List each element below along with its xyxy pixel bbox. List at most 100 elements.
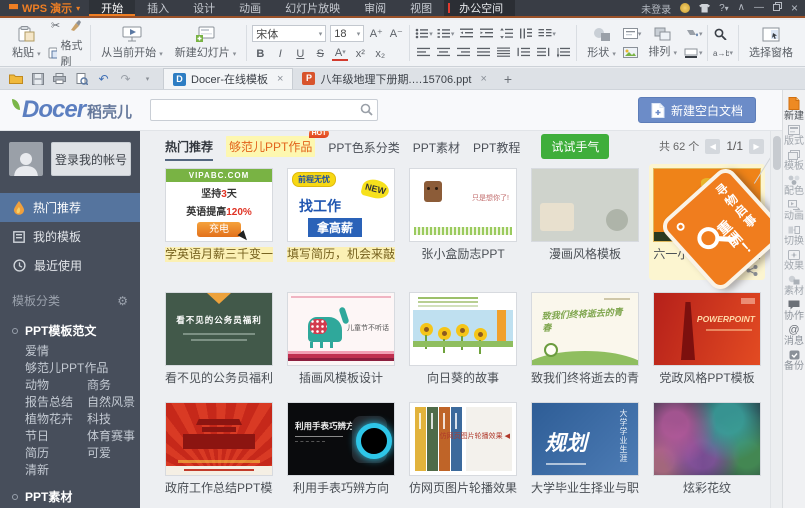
replace-icon[interactable]: a→b▾ bbox=[713, 45, 733, 60]
fill-color-icon[interactable]: ▾ bbox=[684, 26, 703, 41]
close-button[interactable]: × bbox=[791, 3, 798, 13]
menu-tab-view[interactable]: 视图 bbox=[398, 0, 444, 16]
help-button[interactable]: ?▾ bbox=[719, 3, 729, 14]
sidebar-item-my-templates[interactable]: 我的模板 bbox=[0, 222, 140, 251]
template-thumbnail[interactable] bbox=[653, 402, 761, 476]
picture-icon[interactable] bbox=[623, 45, 639, 60]
rail-item-effect[interactable]: 效果 bbox=[784, 250, 804, 272]
template-thumbnail[interactable]: 儿童节不听话 bbox=[287, 292, 395, 366]
open-folder-icon[interactable] bbox=[8, 72, 23, 86]
template-card[interactable]: POWERPOINT 党政风格PPT模板 bbox=[653, 292, 761, 386]
indent-left-icon[interactable] bbox=[515, 45, 531, 60]
template-card[interactable]: 向日葵的故事 bbox=[409, 292, 517, 386]
align-right-icon[interactable] bbox=[455, 45, 471, 60]
rail-item-template[interactable]: 模板 bbox=[784, 150, 804, 172]
avatar[interactable] bbox=[9, 142, 43, 176]
vertical-scrollbar[interactable] bbox=[770, 131, 782, 508]
template-card[interactable]: 看不见的公务员福利 看不见的公务员福利 bbox=[165, 292, 273, 386]
template-thumbnail[interactable]: 只是想你了! bbox=[409, 168, 517, 242]
font-size-select[interactable]: 18▾ bbox=[330, 25, 364, 42]
template-thumbnail[interactable] bbox=[165, 402, 273, 476]
category-link[interactable]: 科技 bbox=[87, 411, 140, 428]
menu-tab-animation[interactable]: 动画 bbox=[227, 0, 273, 16]
save-icon[interactable] bbox=[30, 72, 45, 86]
template-card[interactable]: 炫彩花纹 bbox=[653, 402, 761, 496]
ad-thumbnail-51job[interactable]: 前程无忧 NEW 找工作 拿高薪 bbox=[287, 168, 395, 242]
category-link[interactable]: 够范儿PPT作品 bbox=[25, 360, 140, 377]
indent-right-icon[interactable] bbox=[535, 45, 551, 60]
new-slide-button[interactable]: 新建幻灯片 ▾ bbox=[170, 25, 242, 61]
section-title[interactable]: PPT模板范文 bbox=[12, 317, 140, 343]
category-link[interactable]: 简历 bbox=[25, 445, 87, 462]
decrease-font-icon[interactable]: A⁻ bbox=[388, 26, 404, 41]
template-thumbnail[interactable]: 看不见的公务员福利 bbox=[165, 292, 273, 366]
align-left-icon[interactable] bbox=[415, 45, 431, 60]
sidebar-item-hot[interactable]: 热门推荐 bbox=[0, 193, 140, 222]
template-card[interactable]: 大学学业生涯 规划 大学毕业生择业与职… bbox=[531, 402, 639, 496]
template-thumbnail[interactable]: 仿网页图片轮播效果 ◀ bbox=[409, 402, 517, 476]
search-icon[interactable] bbox=[360, 103, 373, 119]
category-link[interactable]: 动物 bbox=[25, 377, 87, 394]
coin-icon[interactable] bbox=[680, 3, 690, 13]
wps-menu-button[interactable]: WPS 演示 ▾ bbox=[0, 0, 89, 16]
columns-icon[interactable]: ▾ bbox=[538, 26, 556, 41]
italic-button[interactable]: I bbox=[272, 46, 288, 61]
template-card[interactable]: 仿网页图片轮播效果 ◀ 仿网页图片轮播效果 bbox=[409, 402, 517, 496]
rail-item-animation[interactable]: 动画 bbox=[784, 200, 804, 222]
justify-icon[interactable] bbox=[475, 45, 491, 60]
rail-item-color-scheme[interactable]: 配色 bbox=[784, 175, 804, 197]
numbered-list-icon[interactable]: ▾ bbox=[437, 26, 455, 41]
menu-tab-review[interactable]: 审阅 bbox=[352, 0, 398, 16]
increase-font-icon[interactable]: A⁺ bbox=[368, 26, 384, 41]
doc-tab-ppt[interactable]: P 八年级地理下册期.…15706.ppt × bbox=[293, 68, 495, 89]
docer-logo[interactable]: Docer 稻壳儿 bbox=[12, 96, 132, 124]
increase-indent-icon[interactable] bbox=[478, 26, 494, 41]
paste-button[interactable]: 粘贴 ▾ bbox=[7, 25, 46, 61]
redo-icon[interactable]: ↷ bbox=[118, 72, 133, 86]
template-card[interactable]: 儿童节不听话 插画风模板设计 bbox=[287, 292, 395, 386]
content-tab-colors[interactable]: PPT色系分类 bbox=[328, 133, 399, 160]
minimize-button[interactable]: — bbox=[754, 3, 764, 13]
rail-item-message[interactable]: @ 消息 bbox=[784, 325, 804, 347]
content-tab-materials[interactable]: PPT素材 bbox=[413, 133, 460, 160]
selection-pane-button[interactable]: 选择窗格 bbox=[744, 26, 798, 61]
doc-tab-docer[interactable]: D Docer-在线模板 × bbox=[163, 68, 293, 89]
ad-thumbnail-vipabc[interactable]: VIPABC.COM 坚持3天 英语提高120% 充电 bbox=[165, 168, 273, 242]
ad-button[interactable]: 充电 bbox=[197, 222, 241, 237]
text-box-icon[interactable]: ▾ bbox=[623, 26, 642, 41]
bullet-list-icon[interactable]: ▾ bbox=[415, 26, 433, 41]
login-status[interactable]: 未登录 bbox=[641, 1, 671, 16]
rail-item-collaborate[interactable]: 协作 bbox=[784, 300, 804, 322]
subscript-button[interactable]: x₂ bbox=[372, 46, 388, 61]
category-link[interactable]: 体育赛事 bbox=[87, 428, 140, 445]
menu-tab-insert[interactable]: 插入 bbox=[135, 0, 181, 16]
shapes-button[interactable]: 形状 ▾ bbox=[582, 26, 621, 61]
rail-item-backup[interactable]: 备份 bbox=[784, 350, 804, 372]
rail-item-material[interactable]: 素材 bbox=[784, 275, 804, 297]
text-direction-icon[interactable] bbox=[518, 26, 534, 41]
menu-tab-home[interactable]: 开始 bbox=[89, 0, 135, 16]
content-tab-stylish[interactable]: 够范儿PPT作品HOT bbox=[226, 136, 315, 157]
category-link[interactable]: 清新 bbox=[25, 462, 87, 479]
category-link[interactable]: 报告总结 bbox=[25, 394, 87, 411]
template-card[interactable]: 政府工作总结PPT模板 bbox=[165, 402, 273, 496]
section-title[interactable]: PPT素材 bbox=[12, 483, 140, 508]
print-preview-icon[interactable] bbox=[74, 72, 89, 86]
play-from-current-button[interactable]: 从当前开始 ▾ bbox=[96, 25, 168, 61]
rail-item-layout[interactable]: 版式 bbox=[784, 125, 804, 147]
prev-page-button[interactable]: ◀ bbox=[705, 139, 720, 154]
template-card[interactable]: 只是想你了! 张小盒励志PPT bbox=[409, 168, 517, 276]
line-spacing-icon[interactable] bbox=[498, 26, 514, 41]
rail-item-new[interactable]: 新建 bbox=[784, 97, 804, 122]
align-center-icon[interactable] bbox=[435, 45, 451, 60]
print-icon[interactable] bbox=[52, 72, 67, 86]
arrange-button[interactable]: 排列 ▾ bbox=[643, 26, 682, 60]
close-tab-icon[interactable]: × bbox=[480, 73, 486, 85]
template-thumbnail[interactable] bbox=[531, 168, 639, 242]
skin-icon[interactable] bbox=[699, 4, 710, 13]
template-thumbnail[interactable]: POWERPOINT bbox=[653, 292, 761, 366]
undo-icon[interactable]: ↶ bbox=[96, 72, 111, 86]
format-painter-button[interactable]: 格式刷 bbox=[48, 37, 86, 68]
gear-icon[interactable]: ⚙ bbox=[117, 294, 128, 308]
decrease-indent-icon[interactable] bbox=[458, 26, 474, 41]
